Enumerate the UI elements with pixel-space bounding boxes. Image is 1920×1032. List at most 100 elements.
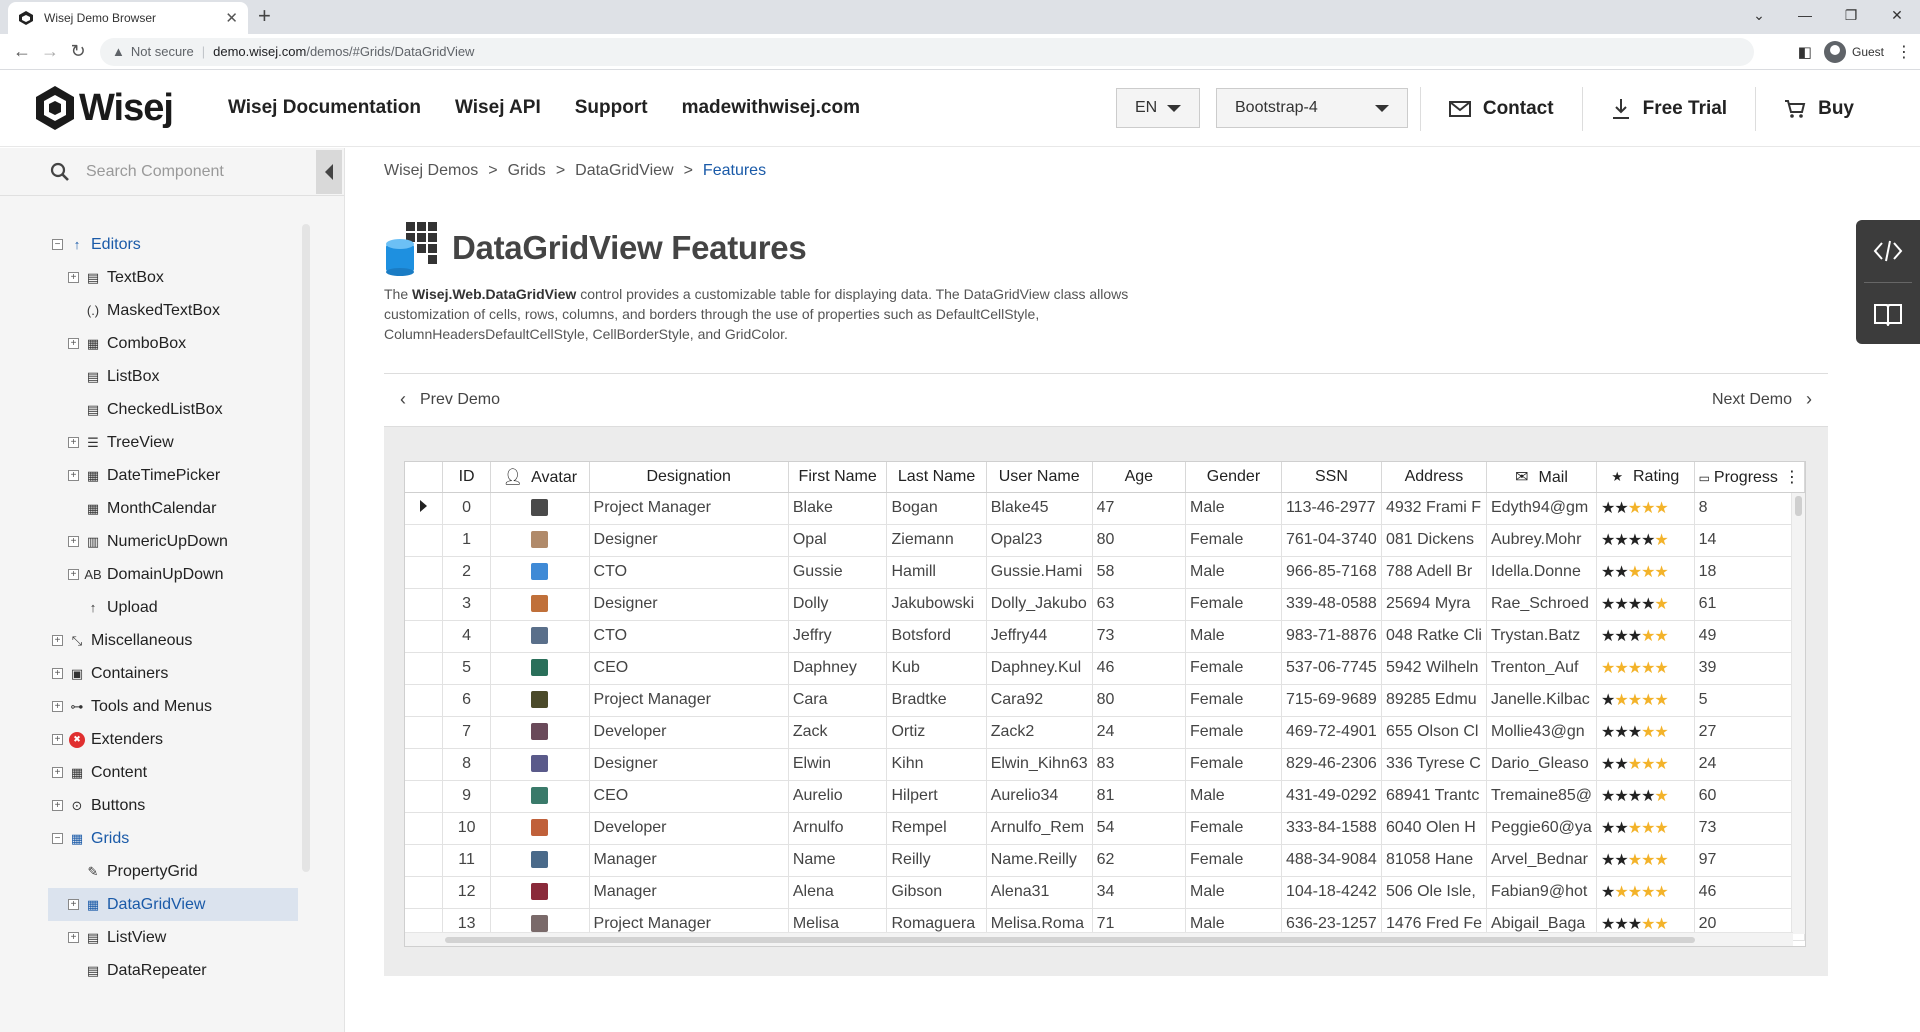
sidebar-item-numericupdown[interactable]: + ▥ NumericUpDown [0, 525, 300, 558]
sidebar-item-datetimepicker[interactable]: + ▦ DateTimePicker [0, 459, 300, 492]
tab-search-icon[interactable]: ⌄ [1736, 0, 1782, 34]
theme-select[interactable]: Bootstrap-4 [1216, 88, 1408, 128]
expand-icon[interactable]: + [68, 932, 79, 943]
row-header[interactable] [405, 588, 443, 621]
cell-user[interactable]: Arnulfo_Rem [986, 812, 1093, 845]
star-icon[interactable]: ★ [1654, 660, 1668, 677]
cell-ssn[interactable]: 431-49-0292 [1281, 780, 1382, 813]
cell-id[interactable]: 10 [442, 812, 492, 845]
grid-vertical-scrollbar[interactable] [1791, 493, 1805, 934]
browser-tab[interactable]: Wisej Demo Browser ✕ [8, 2, 248, 34]
expand-icon[interactable]: + [52, 800, 63, 811]
star-icon[interactable]: ★ [1601, 500, 1615, 517]
table-row[interactable]: 8 Designer Elwin Kihn Elwin_Kihn63 83 Female 82… [405, 748, 1805, 781]
column-menu-icon[interactable]: ⋮ [1784, 469, 1800, 486]
data-grid[interactable]: ID 👤︎ Avatar Designation First Name Last … [404, 461, 1806, 947]
star-icon[interactable]: ★ [1601, 756, 1615, 773]
table-row[interactable]: 5 CEO Daphney Kub Daphney.Kul 46 Female 537-06-… [405, 652, 1805, 685]
cell-first[interactable]: Jeffry [788, 620, 888, 653]
column-header-address[interactable]: Address [1381, 462, 1488, 493]
star-rating[interactable]: ★★★★★ [1601, 788, 1669, 805]
cell-address[interactable]: 506 Ole Isle, [1381, 876, 1488, 909]
cell-last[interactable]: Hamill [886, 556, 987, 589]
cell-id[interactable]: 3 [442, 588, 492, 621]
cell-gender[interactable]: Female [1185, 588, 1282, 621]
cell-last[interactable]: Bogan [886, 492, 987, 525]
cell-address[interactable]: 25694 Myra [1381, 588, 1488, 621]
expand-icon[interactable]: + [68, 338, 79, 349]
breadcrumb-datagridview[interactable]: DataGridView [575, 162, 673, 180]
cell-progress[interactable]: 14 [1694, 524, 1805, 557]
cell-mail[interactable]: Rae_Schroed [1486, 588, 1598, 621]
star-rating[interactable]: ★★★★★ [1601, 820, 1669, 837]
cell-age[interactable]: 81 [1092, 780, 1186, 813]
cell-first[interactable]: Blake [788, 492, 888, 525]
table-row[interactable]: 11 Manager Name Reilly Name.Reilly 62 Female 48… [405, 844, 1805, 877]
expand-icon[interactable]: + [68, 536, 79, 547]
star-icon[interactable]: ★ [1641, 884, 1655, 901]
cell-rating[interactable]: ★★★★★ [1596, 684, 1695, 717]
table-row[interactable]: 1 Designer Opal Ziemann Opal23 80 Female 761-04… [405, 524, 1805, 557]
cell-address[interactable]: 68941 Trantc [1381, 780, 1488, 813]
star-icon[interactable]: ★ [1628, 756, 1642, 773]
cell-id[interactable]: 7 [442, 716, 492, 749]
cell-ssn[interactable]: 715-69-9689 [1281, 684, 1382, 717]
cell-address[interactable]: 6040 Olen H [1381, 812, 1488, 845]
forward-icon[interactable]: → [36, 41, 64, 62]
cell-first[interactable]: Arnulfo [788, 812, 888, 845]
row-header[interactable] [405, 844, 443, 877]
cell-avatar[interactable] [490, 812, 590, 845]
cell-age[interactable]: 83 [1092, 748, 1186, 781]
star-icon[interactable]: ★ [1641, 500, 1655, 517]
star-icon[interactable]: ★ [1628, 660, 1642, 677]
restore-icon[interactable]: ❐ [1828, 0, 1874, 34]
star-icon[interactable]: ★ [1601, 532, 1615, 549]
sidebar-item-propertygrid[interactable]: ✎ PropertyGrid [0, 855, 300, 888]
table-row[interactable]: 3 Designer Dolly Jakubowski Dolly_Jakubo 63 Fe… [405, 588, 1805, 621]
cell-rating[interactable]: ★★★★★ [1596, 620, 1695, 653]
free-trial-button[interactable]: Free Trial [1581, 86, 1756, 131]
star-icon[interactable]: ★ [1614, 852, 1628, 869]
column-header-avatar[interactable]: 👤︎ Avatar [490, 462, 590, 493]
sidebar-item-containers[interactable]: + ▣ Containers [0, 657, 300, 690]
star-icon[interactable]: ★ [1641, 564, 1655, 581]
cell-user[interactable]: Elwin_Kihn63 [986, 748, 1093, 781]
cell-mail[interactable]: Idella.Donne [1486, 556, 1598, 589]
cell-designation[interactable]: CEO [589, 652, 789, 685]
star-icon[interactable]: ★ [1628, 564, 1642, 581]
cell-designation[interactable]: Manager [589, 844, 789, 877]
scroll-thumb[interactable] [445, 937, 1695, 943]
star-icon[interactable]: ★ [1654, 628, 1668, 645]
star-icon[interactable]: ★ [1614, 884, 1628, 901]
cell-gender[interactable]: Male [1185, 620, 1282, 653]
row-header[interactable] [405, 716, 443, 749]
cell-age[interactable]: 73 [1092, 620, 1186, 653]
cell-rating[interactable]: ★★★★★ [1596, 492, 1695, 525]
star-icon[interactable]: ★ [1614, 500, 1628, 517]
nav-documentation[interactable]: Wisej Documentation [228, 97, 421, 119]
cell-ssn[interactable]: 333-84-1588 [1281, 812, 1382, 845]
table-row[interactable]: 4 CTO Jeffry Botsford Jeffry44 73 Male 983-71-8… [405, 620, 1805, 653]
row-header[interactable] [405, 620, 443, 653]
cell-ssn[interactable]: 829-46-2306 [1281, 748, 1382, 781]
cell-designation[interactable]: Manager [589, 876, 789, 909]
row-header[interactable] [405, 684, 443, 717]
cell-progress[interactable]: 60 [1694, 780, 1805, 813]
sidebar-item-buttons[interactable]: + ⊙ Buttons [0, 789, 300, 822]
language-select[interactable]: EN [1116, 88, 1200, 128]
cell-gender[interactable]: Female [1185, 652, 1282, 685]
cell-gender[interactable]: Female [1185, 844, 1282, 877]
row-header[interactable] [405, 876, 443, 909]
new-tab-icon[interactable]: + [258, 5, 271, 27]
star-icon[interactable]: ★ [1614, 756, 1628, 773]
star-icon[interactable]: ★ [1601, 564, 1615, 581]
cell-designation[interactable]: CEO [589, 780, 789, 813]
star-rating[interactable]: ★★★★★ [1601, 564, 1669, 581]
cell-id[interactable]: 6 [442, 684, 492, 717]
address-bar[interactable]: ▲ Not secure | demo.wisej.com /demos/#Gr… [100, 37, 1754, 66]
nav-support[interactable]: Support [575, 97, 648, 119]
star-icon[interactable]: ★ [1628, 532, 1642, 549]
star-icon[interactable]: ★ [1641, 724, 1655, 741]
cell-last[interactable]: Ortiz [886, 716, 987, 749]
cell-progress[interactable]: 46 [1694, 876, 1805, 909]
